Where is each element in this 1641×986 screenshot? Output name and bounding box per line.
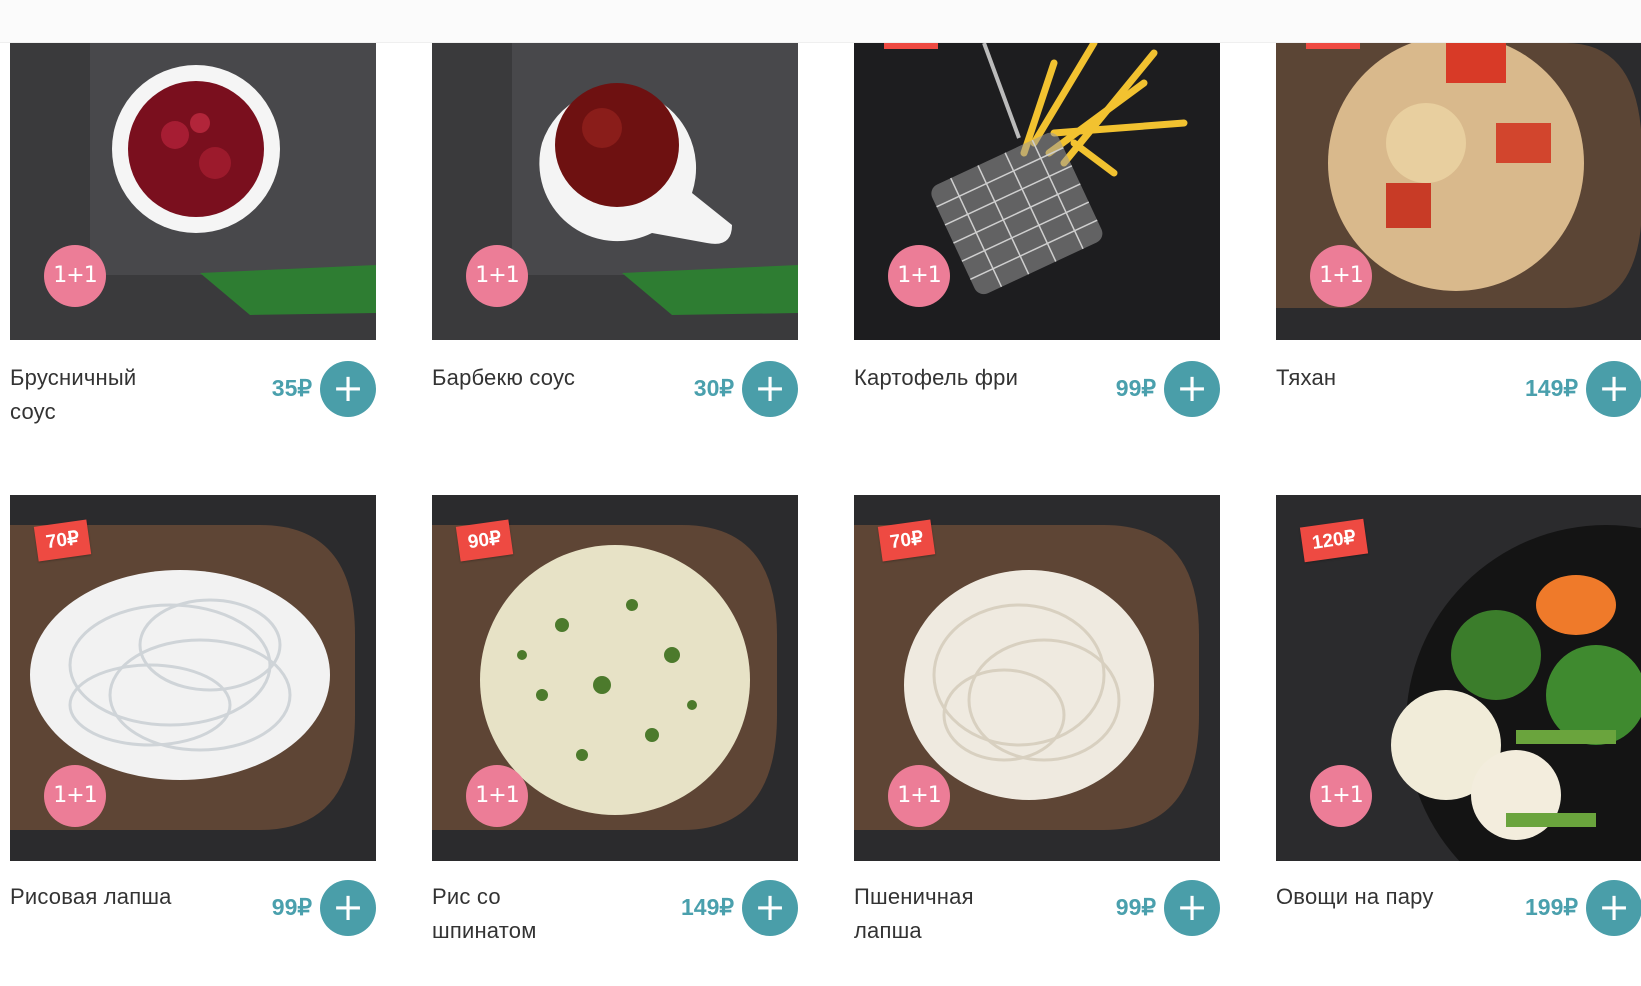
promo-badge: 1+1	[44, 245, 106, 307]
product-price: 99₽	[271, 894, 312, 920]
price-tag-edge	[884, 43, 938, 49]
product-title[interactable]: Барбекю соус	[432, 361, 652, 395]
price-tag: 90₽	[455, 519, 514, 562]
promo-badge: 1+1	[888, 245, 950, 307]
promo-badge: 1+1	[466, 765, 528, 827]
product-title[interactable]: Тяхан	[1276, 361, 1496, 395]
add-to-cart-button[interactable]: +	[1164, 880, 1220, 936]
promo-badge: 1+1	[1310, 765, 1372, 827]
product-title[interactable]: Овощи на пару	[1276, 880, 1496, 914]
product-price: 99₽	[1115, 894, 1156, 920]
product-price: 35₽	[271, 375, 312, 401]
promo-badge: 1+1	[466, 245, 528, 307]
promo-badge: 1+1	[1310, 245, 1372, 307]
price-tag: 70₽	[877, 519, 936, 562]
add-to-cart-button[interactable]: +	[742, 880, 798, 936]
add-to-cart-button[interactable]: +	[320, 361, 376, 417]
promo-badge: 1+1	[44, 765, 106, 827]
add-to-cart-button[interactable]: +	[320, 880, 376, 936]
add-to-cart-button[interactable]: +	[1164, 361, 1220, 417]
product-title[interactable]: Брусничный соус	[10, 361, 170, 429]
product-price: 149₽	[680, 894, 734, 920]
add-to-cart-button[interactable]: +	[1586, 361, 1641, 417]
product-price: 30₽	[693, 375, 734, 401]
add-to-cart-button[interactable]: +	[742, 361, 798, 417]
product-title[interactable]: Рисовая лапша	[10, 880, 230, 914]
top-strip	[0, 0, 1641, 43]
product-title[interactable]: Картофель фри	[854, 361, 1074, 395]
price-tag: 70₽	[33, 519, 92, 562]
add-to-cart-button[interactable]: +	[1586, 880, 1641, 936]
promo-badge: 1+1	[888, 765, 950, 827]
product-title[interactable]: Пшеничная лапша	[854, 880, 1004, 948]
product-price: 199₽	[1524, 894, 1578, 920]
price-tag-edge	[1306, 43, 1360, 49]
product-price: 149₽	[1524, 375, 1578, 401]
product-title[interactable]: Рис со шпинатом	[432, 880, 552, 948]
product-price: 99₽	[1115, 375, 1156, 401]
